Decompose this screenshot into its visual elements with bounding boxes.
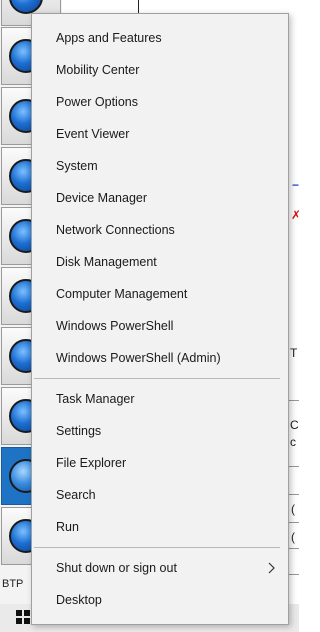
- menu-separator: [34, 378, 280, 379]
- menu-item-windows-powershell-admin[interactable]: Windows PowerShell (Admin): [32, 342, 288, 374]
- menu-item-windows-powershell[interactable]: Windows PowerShell: [32, 310, 288, 342]
- menu-item-settings[interactable]: Settings: [32, 415, 288, 447]
- menu-item-search[interactable]: Search: [32, 479, 288, 511]
- background-fragment: (: [291, 502, 295, 516]
- menu-item-label: Shut down or sign out: [56, 561, 177, 575]
- menu-item-mobility-center[interactable]: Mobility Center: [32, 54, 288, 86]
- background-rule: [289, 522, 299, 523]
- windows-start-icon[interactable]: [16, 610, 30, 624]
- menu-item-apps-and-features[interactable]: Apps and Features: [32, 22, 288, 54]
- background-fragment: −: [292, 178, 299, 192]
- menu-item-desktop[interactable]: Desktop: [32, 584, 288, 616]
- menu-separator: [34, 547, 280, 548]
- menu-item-disk-management[interactable]: Disk Management: [32, 246, 288, 278]
- background-rule: [289, 400, 299, 401]
- menu-item-event-viewer[interactable]: Event Viewer: [32, 118, 288, 150]
- desktop-background: BTP − ✗ T C c ( ( Apps and Features Mobi…: [0, 0, 299, 632]
- background-divider: [138, 0, 139, 14]
- quick-link-menu: Apps and Features Mobility Center Power …: [31, 13, 289, 625]
- background-fragment: c: [290, 435, 296, 449]
- menu-item-run[interactable]: Run: [32, 511, 288, 543]
- background-fragment: (: [291, 530, 295, 544]
- app-icon: [9, 0, 43, 14]
- menu-item-file-explorer[interactable]: File Explorer: [32, 447, 288, 479]
- menu-item-shut-down-or-sign-out[interactable]: Shut down or sign out: [32, 552, 288, 584]
- menu-item-network-connections[interactable]: Network Connections: [32, 214, 288, 246]
- background-fragment: C: [290, 418, 299, 432]
- menu-item-computer-management[interactable]: Computer Management: [32, 278, 288, 310]
- background-label: BTP: [2, 578, 24, 590]
- chevron-right-icon: [266, 552, 278, 584]
- menu-item-system[interactable]: System: [32, 150, 288, 182]
- background-fragment: ✗: [291, 208, 299, 222]
- menu-item-power-options[interactable]: Power Options: [32, 86, 288, 118]
- background-rule: [289, 466, 299, 467]
- menu-item-device-manager[interactable]: Device Manager: [32, 182, 288, 214]
- menu-item-task-manager[interactable]: Task Manager: [32, 383, 288, 415]
- background-fragment: T: [290, 346, 298, 360]
- background-rule: [289, 574, 299, 575]
- background-rule: [289, 548, 299, 549]
- background-rule: [289, 494, 299, 495]
